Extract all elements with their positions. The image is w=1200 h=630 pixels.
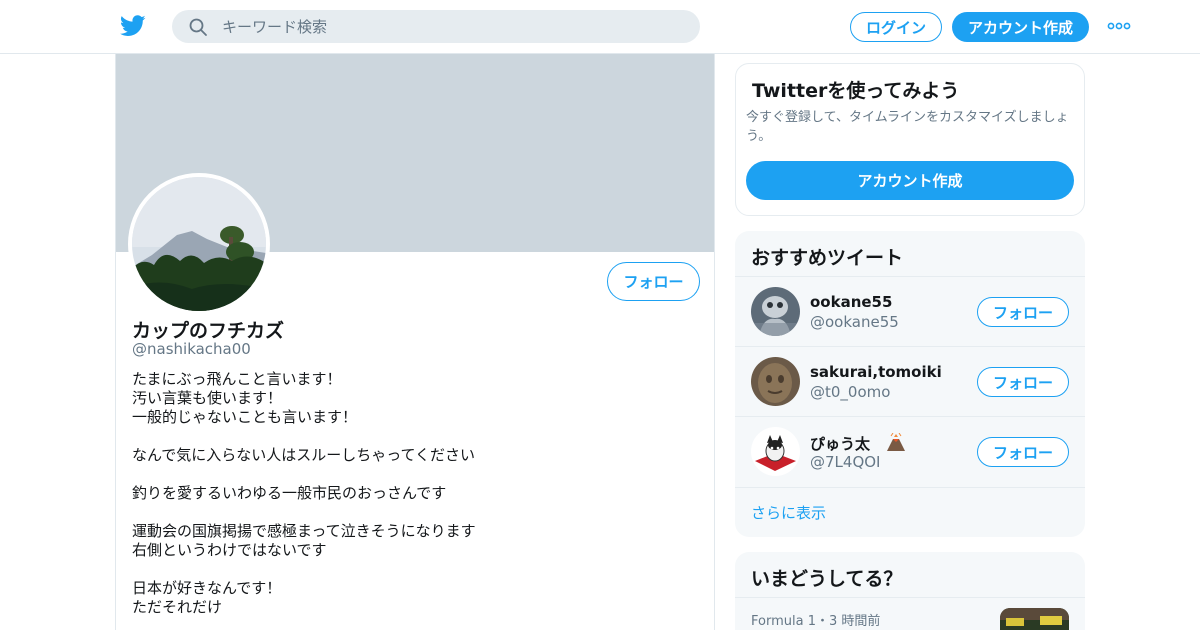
top-navigation-bar: ログイン アカウント作成 <box>0 0 1200 54</box>
profile-column: フォロー カップのフチカズ @nashikacha00 たまにぶっ飛んこと言いま… <box>115 54 715 630</box>
follow-button[interactable]: フォロー <box>607 262 700 301</box>
signup-card-button[interactable]: アカウント作成 <box>746 161 1074 200</box>
login-button[interactable]: ログイン <box>850 12 942 42</box>
user-name[interactable]: sakurai,tomoiki <box>810 363 942 381</box>
follow-button[interactable]: フォロー <box>977 297 1069 327</box>
list-item[interactable]: ookane55 @ookane55 フォロー <box>735 276 1085 346</box>
trend-meta: Formula 1・3 時間前 <box>751 614 881 629</box>
profile-avatar[interactable] <box>128 173 270 315</box>
bio-line: なんで気に入らない人はスルーしちゃってください <box>132 446 476 464</box>
trends-title: いまどうしてる？ <box>751 568 903 590</box>
bio-line <box>132 427 692 446</box>
bio-line <box>132 503 692 522</box>
signup-card-subtitle: 今すぐ登録して、タイムラインをカスタマイズしましょう。 <box>746 110 1069 144</box>
bio-line <box>132 560 692 579</box>
search-input[interactable] <box>222 10 682 43</box>
avatar[interactable] <box>751 287 800 336</box>
search-icon <box>189 18 207 36</box>
bio-line <box>132 465 692 484</box>
user-handle[interactable]: @7L4QOI <box>810 453 880 471</box>
follow-button[interactable]: フォロー <box>977 437 1069 467</box>
bio-line: 汚い言葉も使います！ <box>132 389 283 407</box>
search-bar[interactable] <box>172 10 700 43</box>
user-handle[interactable]: @t0_0omo <box>810 383 890 401</box>
recommended-title: おすすめツイート <box>751 247 904 269</box>
more-options-icon[interactable] <box>1106 18 1132 34</box>
user-name-text: ぴゅう太 <box>810 435 871 453</box>
recommended-card: おすすめツイート ookane55 @ookane55 フォロー sakurai… <box>735 231 1085 537</box>
trend-item[interactable]: Formula 1・3 時間前 <box>735 597 1085 630</box>
bio-line: 釣りを愛するいわゆる一般市民のおっさんです <box>132 484 447 502</box>
follow-button[interactable]: フォロー <box>977 367 1069 397</box>
trends-card: いまどうしてる？ Formula 1・3 時間前 <box>735 552 1085 630</box>
bio-line: 右側というわけではないです <box>132 541 327 559</box>
trend-thumbnail[interactable] <box>1000 608 1069 630</box>
bio-line: たまにぶっ飛んこと言います！ <box>132 370 342 388</box>
bio-line: 運動会の国旗掲揚で感極まって泣きそうになります <box>132 522 476 540</box>
signup-card-title: Twitterを使ってみよう <box>752 80 960 102</box>
signup-card: Twitterを使ってみよう 今すぐ登録して、タイムラインをカスタマイズしましょ… <box>735 63 1085 216</box>
avatar-photo <box>132 177 266 311</box>
show-more-label[interactable]: さらに表示 <box>751 502 826 523</box>
avatar[interactable] <box>751 357 800 406</box>
bio-line: ただそれだけ <box>132 598 223 616</box>
volcano-emoji-icon <box>887 432 906 451</box>
list-item[interactable]: sakurai,tomoiki @t0_0omo フォロー <box>735 346 1085 416</box>
signup-button[interactable]: アカウント作成 <box>952 12 1089 42</box>
profile-name[interactable]: カップのフチカズ <box>132 316 284 343</box>
list-item[interactable]: ぴゅう太 @7L4QOI フォロー <box>735 416 1085 486</box>
user-name[interactable]: ぴゅう太 <box>810 432 907 454</box>
show-more-link[interactable]: さらに表示 <box>735 487 1085 537</box>
bio-line: 日本が好きなんです！ <box>132 579 282 597</box>
profile-handle[interactable]: @nashikacha00 <box>132 340 251 358</box>
avatar[interactable] <box>751 427 800 476</box>
profile-bio: たまにぶっ飛んこと言います！ 汚い言葉も使います！ 一般的じゃないことも言います… <box>132 370 692 617</box>
user-handle[interactable]: @ookane55 <box>810 313 899 331</box>
user-name[interactable]: ookane55 <box>810 293 892 311</box>
twitter-bird-icon[interactable] <box>120 14 146 38</box>
bio-line: 一般的じゃないことも言います！ <box>132 408 358 426</box>
